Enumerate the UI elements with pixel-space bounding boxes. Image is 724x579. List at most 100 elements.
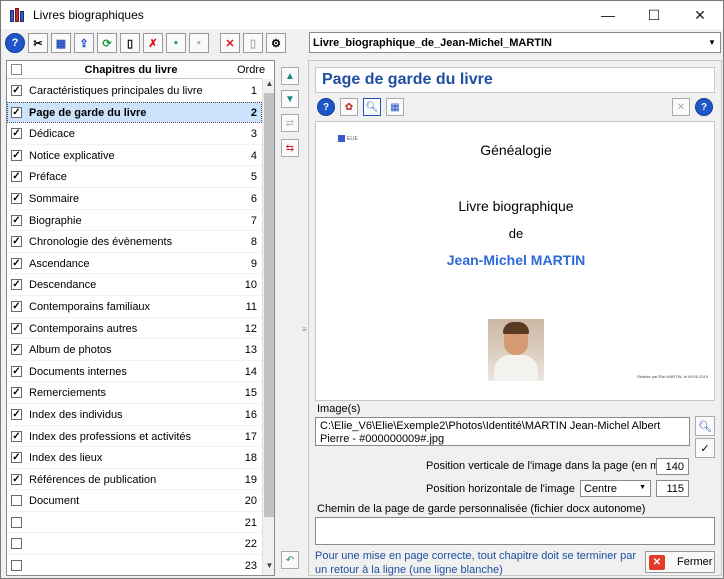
main-toolbar: ? ✂ ▦ ⇪ ⟳ ▯ ✗ ▪ ▪ ✕ ▯ ⚙ <box>5 32 289 54</box>
chapter-checkbox[interactable]: ✓ <box>11 408 22 420</box>
scroll-down-icon[interactable]: ▼ <box>263 561 274 575</box>
chart-button[interactable]: ▦ <box>386 98 404 116</box>
close-window-button[interactable]: ✕ <box>677 1 723 29</box>
save-disabled-button[interactable]: ▪ <box>189 33 209 53</box>
chapter-checkbox[interactable]: ✓ <box>11 171 22 183</box>
chapter-checkbox[interactable]: ✓ <box>11 214 22 226</box>
chapter-row[interactable]: ✓ Album de photos 13 <box>7 339 262 361</box>
chapter-checkbox[interactable]: ✓ <box>11 128 22 140</box>
chapter-row[interactable]: 23 <box>7 555 262 575</box>
chapter-row[interactable]: ✓ Ascendance 9 <box>7 253 262 275</box>
chapter-scrollbar[interactable]: ▲ ▼ <box>262 79 274 575</box>
column-header-order[interactable]: Ordre <box>237 64 265 76</box>
move-down-button[interactable]: ▼ <box>281 90 299 108</box>
delete-image-button[interactable]: ✕ <box>672 98 690 116</box>
chapter-row[interactable]: ✓ Contemporains familiaux 11 <box>7 296 262 318</box>
chapter-row[interactable]: 21 <box>7 512 262 534</box>
undo-button[interactable]: ↶ <box>281 551 299 569</box>
chapter-checkbox[interactable] <box>11 516 22 528</box>
chapter-row[interactable]: ✓ Chronologie des évènements 8 <box>7 231 262 253</box>
chapter-row[interactable]: ✓ Références de publication 19 <box>7 469 262 491</box>
chapter-row[interactable]: ✓ Descendance 10 <box>7 274 262 296</box>
chapter-checkbox[interactable]: ✓ <box>11 452 22 464</box>
validate-image-button[interactable]: ✓ <box>695 438 715 458</box>
tools-button[interactable]: ✂ <box>28 33 48 53</box>
select-all-checkbox[interactable] <box>11 64 22 75</box>
chapter-name: Contemporains familiaux <box>29 300 151 313</box>
chapter-checkbox[interactable]: ✓ <box>11 300 22 312</box>
settings-button[interactable]: ⚙ <box>266 33 286 53</box>
title-bar: Livres biographiques — ☐ ✕ <box>1 1 723 29</box>
chapter-row[interactable]: ✓ Biographie 7 <box>7 210 262 232</box>
scroll-thumb[interactable] <box>264 93 274 517</box>
chapter-row[interactable]: ✓ Remerciements 15 <box>7 382 262 404</box>
book-select[interactable]: Livre_biographique_de_Jean-Michel_MARTIN… <box>309 32 721 53</box>
blank-page-button[interactable]: ▯ <box>243 33 263 53</box>
chapter-checkbox[interactable]: ✓ <box>11 149 22 161</box>
chapter-row[interactable]: ✓ Sommaire 6 <box>7 188 262 210</box>
chapter-row[interactable]: ✓ Caractéristiques principales du livre 1 <box>7 80 262 102</box>
chapter-checkbox[interactable]: ✓ <box>11 473 22 485</box>
chapter-row[interactable]: 22 <box>7 533 262 556</box>
preview-zoom-button[interactable]: 🔍︎ <box>363 98 381 116</box>
hpos-label: Position horizontale de l'image <box>426 483 575 495</box>
chapter-checkbox[interactable]: ✓ <box>11 192 22 204</box>
panel-help2-button[interactable]: ? <box>695 98 713 116</box>
chapter-checkbox[interactable]: ✓ <box>11 236 22 248</box>
chapter-checkbox[interactable]: ✓ <box>11 85 22 96</box>
delete-book-button[interactable]: ✗ <box>143 33 163 53</box>
chapter-checkbox[interactable]: ✓ <box>11 106 22 118</box>
maximize-button[interactable]: ☐ <box>631 1 677 29</box>
chapter-checkbox[interactable] <box>11 495 22 507</box>
panel-help-button[interactable]: ? <box>317 98 335 116</box>
vpos-input[interactable]: 140 <box>656 458 689 475</box>
chapter-row[interactable]: ✓ Notice explicative 4 <box>7 145 262 167</box>
help-button[interactable]: ? <box>5 33 25 53</box>
chapter-row[interactable]: ✓ Dédicace 3 <box>7 123 262 145</box>
chapter-checkbox[interactable]: ✓ <box>11 365 22 377</box>
chapter-row[interactable]: ✓ Index des professions et activités 17 <box>7 426 262 448</box>
chapter-order: 11 <box>245 300 257 313</box>
chapter-checkbox[interactable]: ✓ <box>11 279 22 291</box>
chapter-checkbox[interactable] <box>11 560 22 572</box>
chapter-row[interactable]: ✓ Préface 5 <box>7 166 262 188</box>
chapter-checkbox[interactable]: ✓ <box>11 387 22 399</box>
chapter-row[interactable]: ✓ Page de garde du livre 2 <box>7 101 262 124</box>
refresh-button[interactable]: ⟳ <box>97 33 117 53</box>
hpos-input[interactable]: 115 <box>656 480 689 497</box>
chapter-checkbox[interactable]: ✓ <box>11 344 22 356</box>
chapter-order: 20 <box>244 495 257 508</box>
cover-page-preview: ELIE Généalogie Livre biographique de Je… <box>315 121 715 401</box>
docx-label: Chemin de la page de garde personnalisée… <box>317 503 646 515</box>
docx-path-field[interactable] <box>315 517 715 545</box>
chapter-name: Documents internes <box>29 365 127 378</box>
scroll-up-icon[interactable]: ▲ <box>263 79 274 93</box>
close-button[interactable]: ✕ Fermer <box>645 551 715 573</box>
splitter[interactable]: ≡ <box>302 61 307 575</box>
chapter-row[interactable]: ✓ Contemporains autres 12 <box>7 318 262 340</box>
chapter-row[interactable]: ✓ Documents internes 14 <box>7 361 262 383</box>
save-button[interactable]: ▪ <box>166 33 186 53</box>
grid-button[interactable]: ▦ <box>51 33 71 53</box>
chapter-checkbox[interactable]: ✓ <box>11 257 22 269</box>
chapter-checkbox[interactable] <box>11 538 22 550</box>
chapter-row[interactable]: ✓ Index des lieux 18 <box>7 447 262 469</box>
preview-footer: Réalisé par Élie MARTIN, le 09.05.2019 <box>637 374 708 379</box>
flower-icon[interactable]: ✿ <box>340 98 358 116</box>
browse-image-button[interactable]: 🔍︎ <box>695 416 715 436</box>
move-up-button[interactable]: ▲ <box>281 67 299 85</box>
chapter-name: Index des individus <box>29 408 123 421</box>
chapter-row[interactable]: Document 20 <box>7 490 262 512</box>
cancel-button[interactable]: ✕ <box>220 33 240 53</box>
new-book-button[interactable]: ▯ <box>120 33 140 53</box>
chapter-checkbox[interactable]: ✓ <box>11 430 22 442</box>
chapter-order: 16 <box>244 408 257 421</box>
chapter-checkbox[interactable]: ✓ <box>11 322 22 334</box>
add-chapter-button[interactable]: ⇆ <box>281 139 299 157</box>
export-button[interactable]: ⇪ <box>74 33 94 53</box>
rename-chapter-button[interactable]: ⇄ <box>281 114 299 132</box>
image-path-field[interactable]: C:\Elie_V6\Elie\Exemple2\Photos\Identité… <box>315 417 690 446</box>
minimize-button[interactable]: — <box>585 1 631 29</box>
hpos-select[interactable]: Centre ▼ <box>580 480 651 497</box>
chapter-row[interactable]: ✓ Index des individus 16 <box>7 404 262 426</box>
